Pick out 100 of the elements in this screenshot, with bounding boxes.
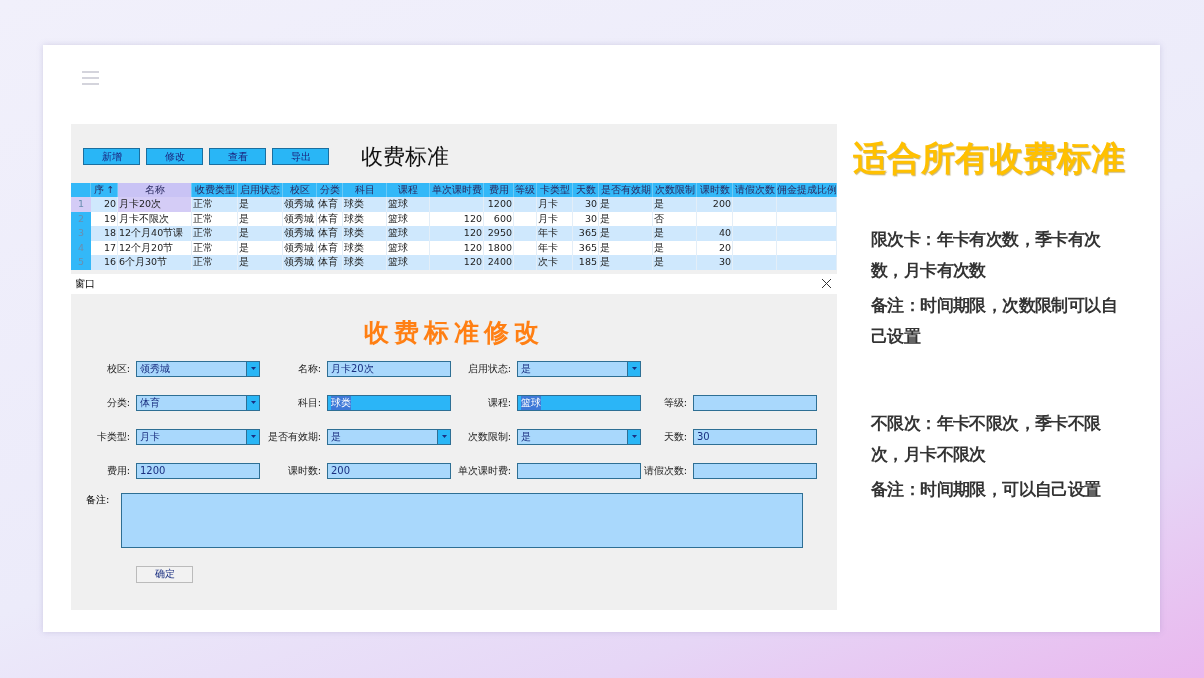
field-label: 费用: [105, 463, 131, 478]
input-field[interactable] [693, 394, 817, 411]
table-cell: 185 [573, 255, 599, 270]
table-cell: 200 [697, 197, 733, 212]
table-cell: 是 [238, 226, 283, 241]
table-cell: 正常 [192, 197, 238, 212]
dropdown-field[interactable]: 领秀城 [136, 360, 260, 377]
table-cell: 球类 [343, 197, 387, 212]
column-header[interactable]: 单次课时费 [430, 183, 484, 197]
table-cell: 1200 [484, 197, 514, 212]
dropdown-field[interactable]: 是 [517, 428, 641, 445]
toolbar-button[interactable]: 修改 [146, 148, 203, 165]
dropdown-field[interactable]: 体育 [136, 394, 260, 411]
table-cell: 18 [91, 226, 118, 241]
input-field[interactable]: 1200 [136, 462, 260, 479]
table-cell: 球类 [343, 255, 387, 270]
caret-icon [250, 367, 256, 370]
column-header[interactable]: 科目 [343, 183, 387, 197]
caret-icon [631, 367, 637, 370]
table-cell: 领秀城 [283, 226, 317, 241]
table-cell: 球类 [343, 226, 387, 241]
table-cell [514, 226, 537, 241]
table-cell: 年卡 [537, 226, 573, 241]
notes-field[interactable] [121, 492, 803, 548]
table-cell: 20 [91, 197, 118, 212]
table-cell [514, 197, 537, 212]
caret-icon [250, 435, 256, 438]
table-cell: 次卡 [537, 255, 573, 270]
field-label: 课程: [486, 395, 512, 410]
dialog-title: 窗口 [75, 276, 95, 291]
column-header[interactable]: 序 ↑ [91, 183, 118, 197]
field-label: 校区: [105, 361, 131, 376]
toolbar-button[interactable]: 查看 [209, 148, 266, 165]
column-header[interactable]: 启用状态 [238, 183, 283, 197]
field-label: 名称: [296, 361, 322, 376]
column-header[interactable]: 天数 [573, 183, 599, 197]
table-cell: 体育 [317, 255, 343, 270]
column-header[interactable]: 次数限制 [653, 183, 697, 197]
field-label: 等级: [662, 395, 688, 410]
table-cell [733, 226, 777, 241]
column-header[interactable]: 等级 [514, 183, 537, 197]
table-cell: 是 [599, 255, 653, 270]
table-cell: 正常 [192, 255, 238, 270]
table-cell: 120 [430, 226, 484, 241]
field-label: 启用状态: [466, 361, 512, 376]
column-header[interactable]: 课程 [387, 183, 430, 197]
field-label: 次数限制: [466, 429, 512, 444]
table-cell: 篮球 [387, 255, 430, 270]
table-cell: 是 [599, 226, 653, 241]
table-cell: 30 [573, 197, 599, 212]
column-header[interactable]: 佣金提成比例 [777, 183, 837, 197]
input-field[interactable] [693, 462, 817, 479]
table-cell: 120 [430, 255, 484, 270]
column-header[interactable]: 卡类型 [537, 183, 573, 197]
field-label: 科目: [296, 395, 322, 410]
toolbar-button[interactable]: 导出 [272, 148, 329, 165]
dialog-heading: 收费标准修改 [364, 316, 544, 349]
table-cell: 篮球 [387, 226, 430, 241]
table-cell [777, 197, 837, 212]
table-cell: 40 [697, 226, 733, 241]
column-header[interactable]: 课时数 [697, 183, 733, 197]
table-cell [733, 255, 777, 270]
input-field[interactable] [517, 462, 641, 479]
table-cell: 2950 [484, 226, 514, 241]
dropdown-field[interactable]: 是 [327, 428, 451, 445]
dropdown-field[interactable]: 是 [517, 360, 641, 377]
column-header[interactable]: 是否有效期 [599, 183, 653, 197]
table-cell: 月卡 [537, 197, 573, 212]
table-cell: 是 [238, 197, 283, 212]
table-cell: 领秀城 [283, 255, 317, 270]
column-header[interactable]: 校区 [283, 183, 317, 197]
caret-icon [441, 435, 447, 438]
input-field[interactable]: 篮球 [517, 394, 641, 411]
column-header[interactable]: 请假次数 [733, 183, 777, 197]
table-cell: 是 [653, 197, 697, 212]
input-field[interactable]: 200 [327, 462, 451, 479]
table-cell: 是 [599, 197, 653, 212]
table-cell [733, 197, 777, 212]
table-cell: 12个月40节课 [118, 226, 192, 241]
input-field[interactable]: 球类 [327, 394, 451, 411]
column-header[interactable]: 收费类型 [192, 183, 238, 197]
column-header[interactable]: 分类 [317, 183, 343, 197]
column-header[interactable]: 名称 [118, 183, 192, 197]
input-field[interactable]: 月卡20次 [327, 360, 451, 377]
table-cell: 2400 [484, 255, 514, 270]
input-field[interactable]: 30 [693, 428, 817, 445]
field-label: 备注: [85, 492, 111, 507]
confirm-button[interactable]: 确定 [136, 565, 193, 583]
table-cell [777, 255, 837, 270]
slide-title: 适合所有收费标准 [853, 137, 1126, 180]
caret-icon [250, 401, 256, 404]
field-label: 是否有效期: [266, 429, 322, 444]
description-text: 不限次：年卡不限次，季卡不限次，月卡不限次 [871, 412, 1102, 466]
close-icon[interactable] [822, 279, 831, 288]
toolbar-button[interactable]: 新增 [83, 148, 140, 165]
dropdown-field[interactable]: 月卡 [136, 428, 260, 445]
column-header[interactable]: 费用 [484, 183, 514, 197]
description-text: 备注：时间期限，可以自己设置 [871, 478, 1102, 501]
table-cell: 是 [653, 226, 697, 241]
table-cell: 是 [238, 255, 283, 270]
